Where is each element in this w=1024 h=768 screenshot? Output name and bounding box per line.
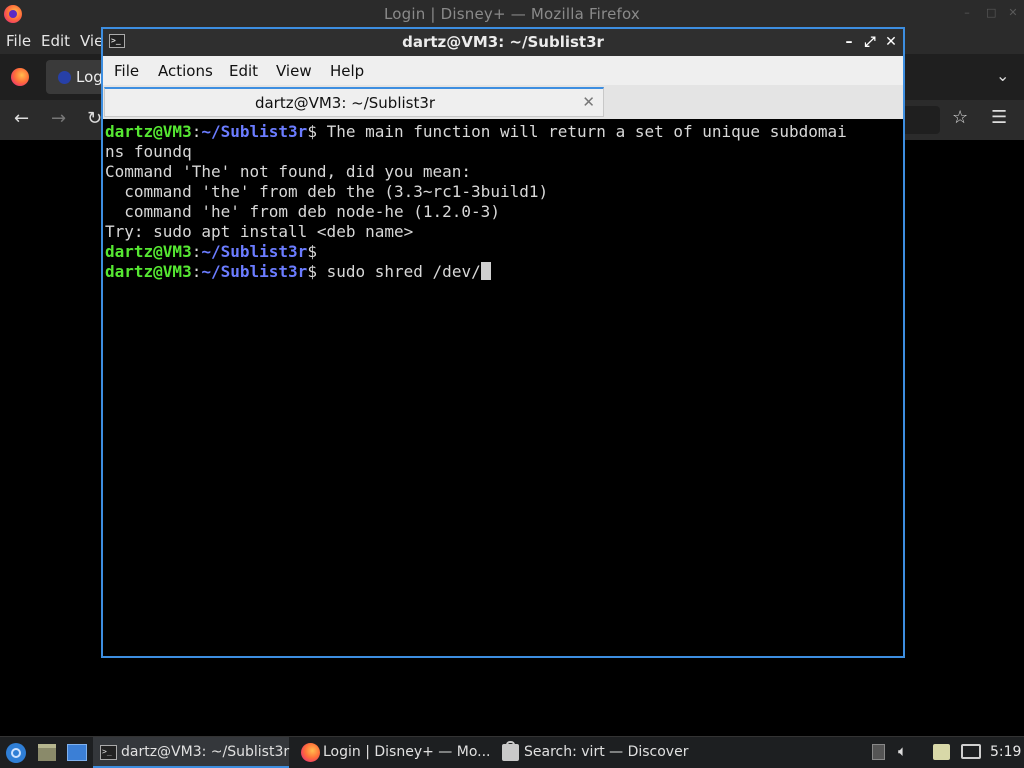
taskbar-item-label: dartz@VM3: ~/Sublist3r: [121, 744, 290, 760]
taskbar-item-discover[interactable]: Search: virt — Discover: [497, 737, 697, 768]
prompt-user: dartz@VM3: [105, 122, 192, 141]
terminal-titlebar[interactable]: >_ dartz@VM3: ~/Sublist3r – ⤢ ✕: [103, 29, 903, 56]
terminal-tab-label: dartz@VM3: ~/Sublist3r: [254, 94, 436, 112]
tab-close-icon[interactable]: ✕: [582, 93, 595, 111]
forward-arrow-icon[interactable]: →: [51, 108, 66, 129]
taskbar: >_ dartz@VM3: ~/Sublist3r Login | Disney…: [0, 736, 1024, 768]
terminal-line: dartz@VM3:~/Sublist3r$ sudo shred /dev/: [105, 262, 903, 282]
firefox-menu-edit[interactable]: Edit: [41, 32, 70, 50]
taskbar-item-terminal[interactable]: >_ dartz@VM3: ~/Sublist3r: [93, 737, 289, 768]
bookmark-star-icon[interactable]: ☆: [952, 107, 968, 128]
volume-icon[interactable]: 🔈︎: [898, 742, 914, 760]
firefox-view-icon[interactable]: [11, 68, 29, 86]
firefox-menu-view[interactable]: Vie: [80, 32, 103, 50]
taskbar-item-label: Search: virt — Discover: [524, 744, 689, 760]
show-desktop-icon[interactable]: [67, 744, 87, 761]
taskbar-item-firefox[interactable]: Login | Disney+ — Mo...: [293, 737, 493, 768]
taskbar-item-label: Login | Disney+ — Mo...: [323, 744, 491, 760]
notes-icon[interactable]: [933, 744, 950, 760]
terminal-menu-view[interactable]: View: [276, 62, 312, 80]
firefox-icon: [301, 743, 320, 762]
disney-favicon-icon: [58, 71, 71, 84]
terminal-menu-edit[interactable]: Edit: [229, 62, 258, 80]
terminal-tab[interactable]: dartz@VM3: ~/Sublist3r ✕: [104, 87, 604, 117]
firefox-titlebar: Login | Disney+ — Mozilla Firefox – □ ✕: [0, 0, 1024, 29]
prompt-user: dartz@VM3: [105, 242, 192, 261]
list-tabs-chevron-icon[interactable]: ⌄: [996, 66, 1009, 85]
clipboard-up-icon[interactable]: [872, 744, 885, 760]
firefox-maximize-button[interactable]: □: [986, 7, 996, 18]
terminal-line: Command 'The' not found, did you mean:: [105, 162, 472, 181]
terminal-menubar: File Actions Edit View Help: [103, 56, 903, 85]
terminal-line: dartz@VM3:~/Sublist3r$: [105, 242, 317, 261]
text-cursor: [480, 262, 491, 280]
terminal-line: ns foundq: [105, 142, 192, 161]
terminal-icon: >_: [100, 745, 117, 760]
firefox-menu-file[interactable]: File: [6, 32, 31, 50]
command-text: The main function will return a set of u…: [316, 122, 847, 141]
firefox-minimize-button[interactable]: –: [962, 7, 972, 18]
terminal-line: dartz@VM3:~/Sublist3r$ The main function…: [105, 122, 847, 141]
terminal-line: command 'the' from deb the (3.3~rc1-3bui…: [105, 182, 549, 201]
network-icon[interactable]: [961, 744, 981, 759]
firefox-close-button[interactable]: ✕: [1008, 7, 1018, 18]
terminal-menu-file[interactable]: File: [114, 62, 139, 80]
terminal-line: Try: sudo apt install <deb name>: [105, 222, 414, 241]
hamburger-menu-icon[interactable]: ☰: [991, 107, 1007, 128]
back-arrow-icon[interactable]: ←: [14, 108, 29, 129]
terminal-output[interactable]: dartz@VM3:~/Sublist3r$ The main function…: [103, 119, 903, 656]
prompt-path: ~/Sublist3r: [201, 122, 308, 141]
terminal-window: >_ dartz@VM3: ~/Sublist3r – ⤢ ✕ File Act…: [101, 27, 905, 658]
prompt-path: ~/Sublist3r: [201, 242, 308, 261]
terminal-close-button[interactable]: ✕: [883, 33, 899, 51]
discover-icon: [502, 741, 519, 761]
prompt-path: ~/Sublist3r: [201, 262, 308, 281]
terminal-menu-help[interactable]: Help: [330, 62, 364, 80]
start-menu-icon[interactable]: [6, 743, 26, 763]
prompt-user: dartz@VM3: [105, 262, 192, 281]
firefox-window-title: Login | Disney+ — Mozilla Firefox: [383, 5, 640, 23]
terminal-minimize-button[interactable]: –: [841, 33, 857, 51]
terminal-line: command 'he' from deb node-he (1.2.0-3): [105, 202, 500, 221]
terminal-menu-actions[interactable]: Actions: [158, 62, 213, 80]
firefox-tab-label: Log: [76, 68, 103, 86]
clock[interactable]: 5:19: [990, 744, 1021, 760]
terminal-maximize-button[interactable]: ⤢: [862, 33, 878, 51]
file-manager-icon[interactable]: [38, 744, 56, 761]
reload-icon[interactable]: ↻: [87, 108, 102, 129]
firefox-tab-login[interactable]: Log: [46, 60, 106, 94]
command-text: sudo shred /dev/: [316, 262, 481, 281]
terminal-window-title: dartz@VM3: ~/Sublist3r: [402, 33, 604, 51]
